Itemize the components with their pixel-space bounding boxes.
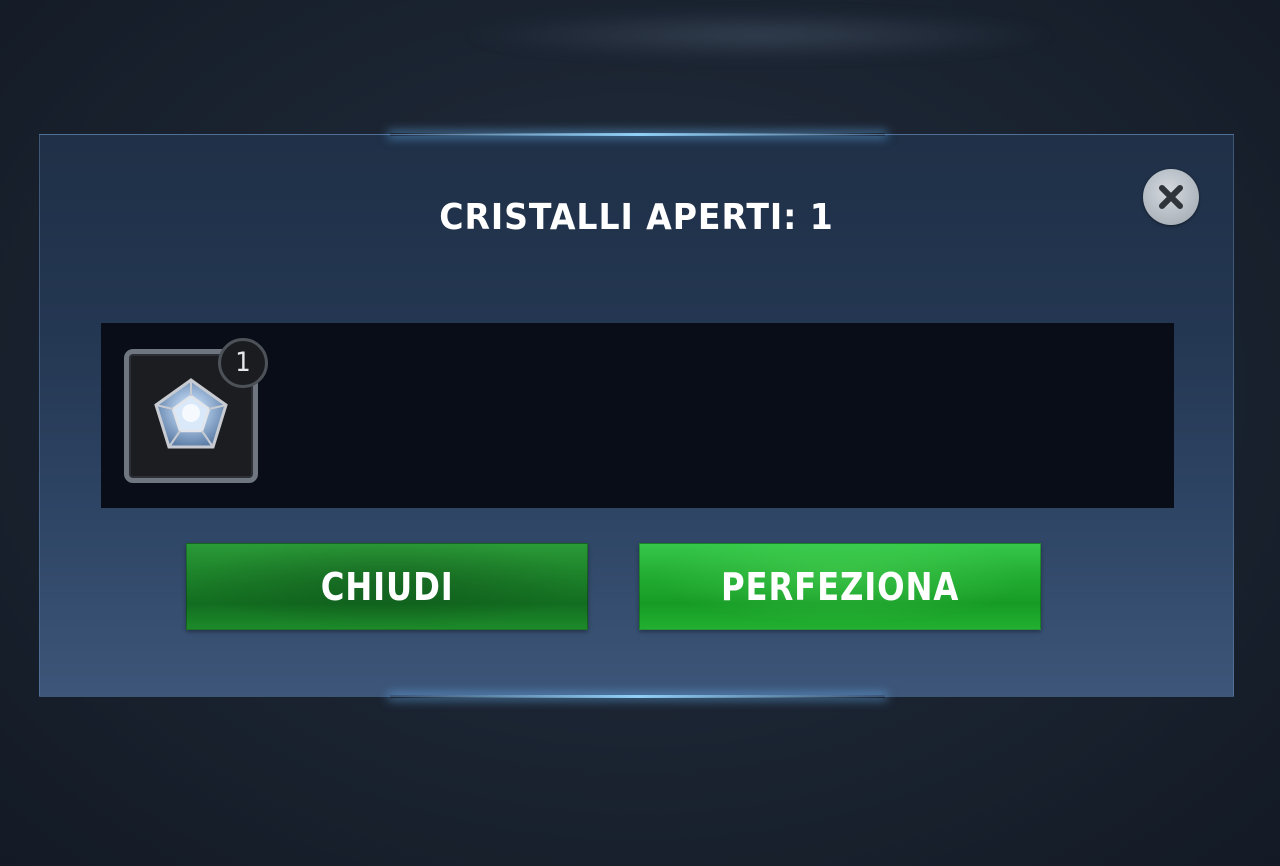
reward-item[interactable]: 1 <box>124 338 268 483</box>
dialog-top-glow <box>390 133 885 136</box>
dialog-title: CRISTALLI APERTI: 1 <box>439 197 834 238</box>
rewards-panel: 1 <box>101 323 1174 508</box>
refine-button[interactable]: PERFEZIONA <box>639 543 1041 630</box>
item-count-badge: 1 <box>218 338 268 388</box>
crystal-icon <box>154 378 228 449</box>
close-icon <box>1159 185 1183 209</box>
refine-button-label: PERFEZIONA <box>720 565 960 609</box>
dialog-bottom-glow <box>390 695 885 698</box>
close-dialog-button-label: CHIUDI <box>320 565 454 609</box>
crystals-opened-dialog: CRISTALLI APERTI: 1 1 CHIUDI PERFEZIONA <box>39 133 1234 698</box>
close-button[interactable] <box>1143 169 1199 225</box>
close-dialog-button[interactable]: CHIUDI <box>186 543 588 630</box>
background-glow <box>460 10 1060 60</box>
